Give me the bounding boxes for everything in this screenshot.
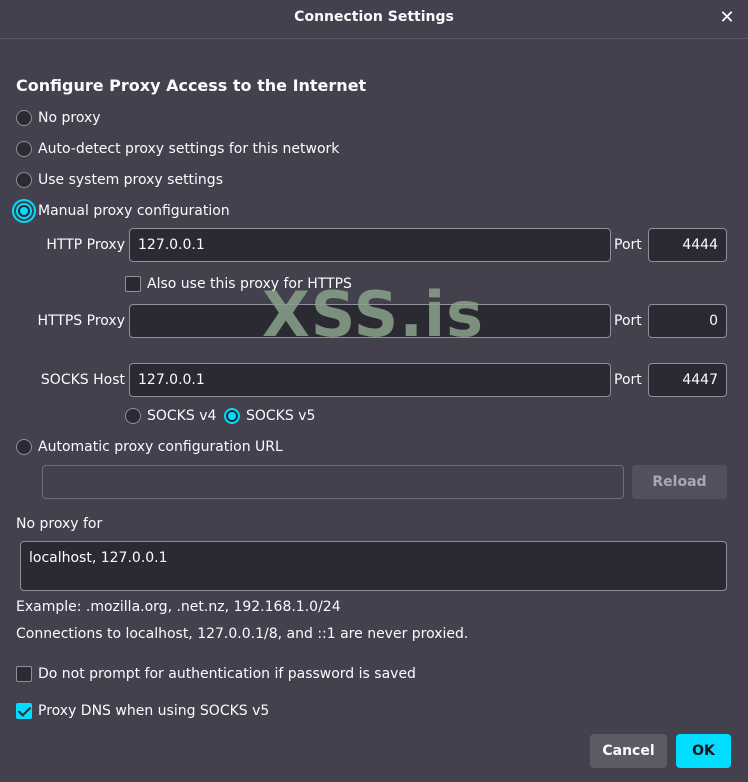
https-proxy-label: HTTPS Proxy: [37, 313, 125, 329]
radio-label: No proxy: [38, 110, 101, 126]
proxy-dns-checkbox[interactable]: [16, 703, 32, 719]
also-https-checkbox-row[interactable]: Also use this proxy for HTTPS: [125, 276, 352, 292]
socks-host-label: SOCKS Host: [40, 372, 125, 388]
https-port-label: Port: [614, 313, 642, 329]
no-proxy-for-textarea[interactable]: localhost, 127.0.0.1: [20, 541, 727, 591]
radio-button[interactable]: [16, 439, 32, 455]
radio-label: SOCKS v4: [147, 408, 217, 424]
socks-host-input[interactable]: 127.0.0.1: [129, 363, 611, 397]
no-proxy-for-label: No proxy for: [16, 516, 103, 532]
no-prompt-auth-row[interactable]: Do not prompt for authentication if pass…: [16, 666, 416, 682]
ok-button[interactable]: OK: [676, 734, 731, 768]
checkbox-label: Also use this proxy for HTTPS: [147, 276, 352, 292]
localhost-note: Connections to localhost, 127.0.0.1/8, a…: [16, 626, 469, 642]
radio-label: Auto-detect proxy settings for this netw…: [38, 141, 340, 157]
radio-button[interactable]: [16, 110, 32, 126]
radio-button[interactable]: [16, 141, 32, 157]
checkbox-label: Do not prompt for authentication if pass…: [38, 666, 416, 682]
socks-port-input[interactable]: 4447: [648, 363, 727, 397]
proxy-dns-row[interactable]: Proxy DNS when using SOCKS v5: [16, 703, 269, 719]
socks-port-label: Port: [614, 372, 642, 388]
radio-label: SOCKS v5: [246, 408, 316, 424]
radio-button[interactable]: [125, 408, 141, 424]
http-proxy-input[interactable]: 127.0.0.1: [129, 228, 611, 262]
checkbox-label: Proxy DNS when using SOCKS v5: [38, 703, 270, 719]
radio-label: Automatic proxy configuration URL: [38, 439, 283, 455]
radio-button[interactable]: [16, 203, 32, 219]
http-port-input[interactable]: 4444: [648, 228, 727, 262]
close-icon[interactable]: ✕: [714, 6, 740, 32]
section-heading: Configure Proxy Access to the Internet: [16, 76, 367, 95]
radio-socks-v5[interactable]: SOCKS v5: [224, 408, 315, 424]
dialog-titlebar: Connection Settings ✕: [0, 0, 748, 39]
https-port-input[interactable]: 0: [648, 304, 727, 338]
radio-label: Manual proxy configuration: [38, 203, 230, 219]
auto-proxy-url-input[interactable]: [42, 465, 624, 499]
radio-system-proxy[interactable]: Use system proxy settings: [16, 172, 223, 188]
http-port-label: Port: [614, 237, 642, 253]
radio-button[interactable]: [16, 172, 32, 188]
radio-button[interactable]: [224, 408, 240, 424]
radio-auto-detect[interactable]: Auto-detect proxy settings for this netw…: [16, 141, 339, 157]
cancel-button[interactable]: Cancel: [590, 734, 667, 768]
https-proxy-input[interactable]: [129, 304, 611, 338]
radio-no-proxy[interactable]: No proxy: [16, 110, 101, 126]
example-hint: Example: .mozilla.org, .net.nz, 192.168.…: [16, 599, 341, 615]
radio-socks-v4[interactable]: SOCKS v4: [125, 408, 216, 424]
also-https-checkbox[interactable]: [125, 276, 141, 292]
radio-manual-proxy[interactable]: Manual proxy configuration: [16, 203, 230, 219]
dialog-title: Connection Settings: [294, 9, 454, 25]
no-prompt-auth-checkbox[interactable]: [16, 666, 32, 682]
radio-auto-proxy-url[interactable]: Automatic proxy configuration URL: [16, 439, 283, 455]
reload-button[interactable]: Reload: [632, 465, 727, 499]
radio-label: Use system proxy settings: [38, 172, 223, 188]
http-proxy-label: HTTP Proxy: [46, 237, 125, 253]
